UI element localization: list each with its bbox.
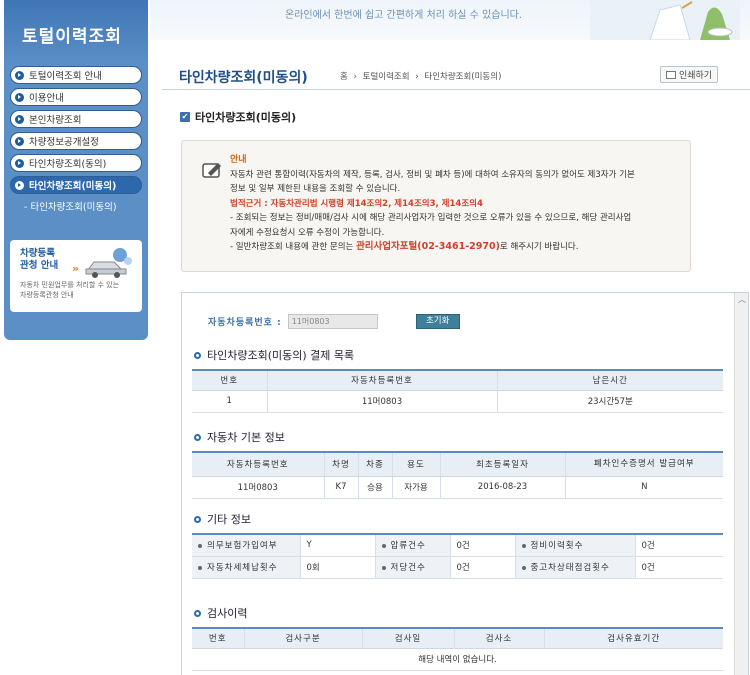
sidebar-item-label: 타인차량조회(동의) <box>29 159 107 170</box>
sidebar-item-label: 타인차량조회(미동의) <box>29 181 117 192</box>
sidebar-item-vehicle-info-settings[interactable]: 차량정보공개설정 <box>10 132 142 150</box>
promo-title: 차량등록 관청 안내 <box>20 248 59 271</box>
payment-table: 번호 자동차등록번호 남은시간 1 11머0803 23시간57분 <box>192 369 723 413</box>
table-header-row: 번호 검사구분 검사일 검사소 검사유효기간 <box>192 627 723 649</box>
checkbox-icon: ✔ <box>180 112 190 122</box>
basic-info-title: 자동차 기본 정보 <box>194 429 285 445</box>
bullet-icon <box>198 543 202 548</box>
bullet-icon <box>15 92 24 102</box>
promo-arrow-icon: » <box>72 262 80 275</box>
top-banner: 온라인에서 한번에 쉽고 간편하게 처리 하실 수 있습니다. <box>150 0 750 40</box>
notice-line: 정보 및 일부 제한된 내용을 조회할 수 있습니다. <box>230 184 401 194</box>
print-label: 인쇄하기 <box>678 71 713 81</box>
notice-law: 법적근거 : 자동차관리법 시행령 제14조의2, 제14조의3, 제14조의4 <box>230 198 483 209</box>
main-content: 타인차량조회(미동의) 홈 › 토털이력조회 › 타인차량조회(미동의) 인쇄하… <box>162 40 750 675</box>
banner-illustration-icon <box>590 0 740 40</box>
breadcrumb-total-history[interactable]: 토털이력조회 <box>363 72 410 82</box>
section-bullet-icon <box>194 351 201 359</box>
sidebar-menu: 토털이력조회 안내 이용안내 본인차량조회 차량정보공개설정 타인차량조회(동의… <box>4 66 148 216</box>
breadcrumb-home[interactable]: 홈 <box>340 72 348 82</box>
printer-icon <box>665 70 676 79</box>
breadcrumb-separator: › <box>415 72 419 82</box>
promo-description: 자동차 민원업무를 처리할 수 있는 차량등록관청 안내 <box>20 281 120 299</box>
breadcrumb-current: 타인차량조회(미동의) <box>424 72 502 82</box>
notice-line: 자동차 관련 통합이력(자동차의 제작, 등록, 검사, 정비 및 폐차 등)에… <box>230 169 635 180</box>
inspection-table: 번호 검사구분 검사일 검사소 검사유효기간 해당 내역이 없습니다. <box>192 627 723 671</box>
search-row: 자동차등록번호 : 초기화 <box>208 314 460 329</box>
registration-office-promo[interactable]: 차량등록 관청 안내 » 자동차 민원업무를 처리할 수 있는 차량등록관청 안… <box>10 240 142 312</box>
bullet-icon <box>15 70 24 80</box>
sidebar-item-label: 본인차량조회 <box>29 115 82 126</box>
sidebar-item-label: 이용안내 <box>29 93 64 104</box>
scroll-up-icon[interactable]: ︿ <box>735 293 749 307</box>
etc-info-title: 기타 정보 <box>194 511 251 527</box>
table-row: 의무보험가입여부 Y 압류건수 0건 정비이력횟수 0건 <box>192 534 723 557</box>
bullet-icon <box>381 543 386 548</box>
section-bullet-icon <box>194 515 201 523</box>
bullet-icon <box>381 565 386 570</box>
table-row: 11머0803 K7 승용 자가용 2016-08-23 N <box>192 476 723 499</box>
bullet-icon <box>198 565 202 570</box>
results-panel: ︿ 자동차등록번호 : 초기화 타인차량조회(미동의) 결제 목록 번호 자동차… <box>181 292 749 675</box>
notice-line: - 조회되는 정보는 정비/매매/검사 시에 해당 관리사업자가 입력한 것으로… <box>230 213 632 223</box>
sidebar-item-other-vehicle-no-consent[interactable]: 타인차량조회(미동의) <box>10 176 142 194</box>
table-row: 자동차세체납횟수 0회 저당건수 0건 중고차상태점검횟수 0건 <box>192 556 723 579</box>
bullet-icon <box>521 543 526 548</box>
sidebar-item-label: 토털이력조회 안내 <box>29 71 102 82</box>
sidebar-title: 토털이력조회 <box>4 0 148 66</box>
notice-line: 자에게 수정요청시 오류 수정이 가능합니다. <box>230 227 385 238</box>
plate-number-input[interactable] <box>287 314 378 329</box>
empty-row: 해당 내역이 없습니다. <box>192 648 723 671</box>
bullet-icon <box>15 136 24 146</box>
section-header: ✔ 타인차량조회(미동의) <box>180 109 296 125</box>
reset-button[interactable]: 초기화 <box>415 314 460 329</box>
section-title: 타인차량조회(미동의) <box>195 111 297 124</box>
print-button[interactable]: 인쇄하기 <box>660 66 718 83</box>
pencil-note-icon <box>202 163 221 178</box>
sidebar-item-other-vehicle-consent[interactable]: 타인차량조회(동의) <box>10 154 142 172</box>
section-bullet-icon <box>194 433 201 441</box>
breadcrumb: 홈 › 토털이력조회 › 타인차량조회(미동의) <box>340 70 504 82</box>
section-bullet-icon <box>194 609 201 617</box>
contact-highlight: 관리사업자포털(02-3461-2970) <box>356 241 500 252</box>
page-header: 타인차량조회(미동의) 홈 › 토털이력조회 › 타인차량조회(미동의) 인쇄하… <box>162 40 750 90</box>
notice-title: 안내 <box>230 155 247 165</box>
car-icon <box>85 248 132 278</box>
breadcrumb-separator: › <box>353 72 357 82</box>
notice-box: 안내 자동차 관련 통합이력(자동차의 제작, 등록, 검사, 정비 및 폐차 … <box>181 140 691 272</box>
payment-list-title: 타인차량조회(미동의) 결제 목록 <box>194 347 354 363</box>
banner-slogan: 온라인에서 한번에 쉽고 간편하게 처리 하실 수 있습니다. <box>285 10 523 21</box>
table-header-row: 자동차등록번호 차명 차종 용도 최초등록일자 폐차인수증명서 발급여부 <box>192 451 723 477</box>
scrollbar[interactable]: ︿ <box>734 293 748 675</box>
basic-info-table: 자동차등록번호 차명 차종 용도 최초등록일자 폐차인수증명서 발급여부 11머… <box>192 451 723 499</box>
table-row: 1 11머0803 23시간57분 <box>192 390 723 413</box>
bullet-icon <box>521 565 526 570</box>
inspection-history-title: 검사이력 <box>194 605 247 621</box>
page-title: 타인차량조회(미동의) <box>179 70 308 86</box>
sidebar-subitem-no-consent[interactable]: - 타인차량조회(미동의) <box>10 198 142 216</box>
sidebar: 토털이력조회 토털이력조회 안내 이용안내 본인차량조회 차량정보공개설정 타인… <box>4 0 148 340</box>
sidebar-item-usage-guide[interactable]: 이용안내 <box>10 88 142 106</box>
sidebar-item-label: 차량정보공개설정 <box>29 137 99 148</box>
table-header-row: 번호 자동차등록번호 남은시간 <box>192 369 723 391</box>
sidebar-item-my-vehicle[interactable]: 본인차량조회 <box>10 110 142 128</box>
notice-contact: - 일반차량조회 내용에 관한 문의는 관리사업자포털(02-3461-2970… <box>230 241 579 252</box>
bullet-icon <box>15 114 24 124</box>
bullet-icon <box>15 180 24 190</box>
etc-info-table: 의무보험가입여부 Y 압류건수 0건 정비이력횟수 0건 자동차세체납횟수 0회… <box>192 533 723 579</box>
bullet-icon <box>15 158 24 168</box>
plate-label: 자동차등록번호 : <box>208 318 282 328</box>
sidebar-item-total-history-guide[interactable]: 토털이력조회 안내 <box>10 66 142 84</box>
